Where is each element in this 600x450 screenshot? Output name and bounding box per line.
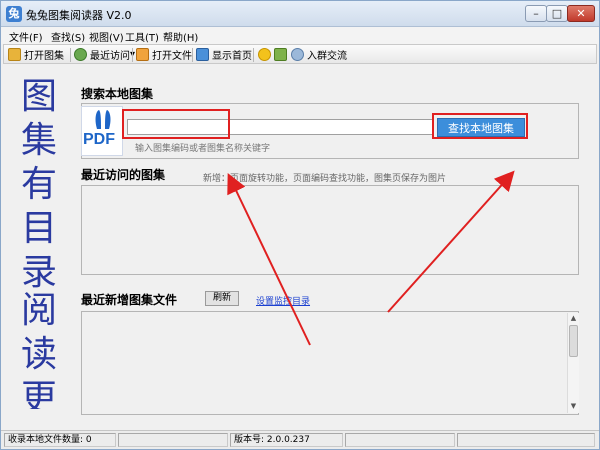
- status-cell-empty: [345, 433, 455, 447]
- clock-icon: [74, 48, 87, 61]
- toolbar-separator: [192, 48, 193, 62]
- main-content: 图集有目录 阅读更快 搜索本地图集 PDF 查找本地图集 输入图集编码或者图集名…: [1, 65, 599, 429]
- home-label: 显示首页: [212, 51, 252, 62]
- pdf-logo-text: PDF: [83, 131, 115, 148]
- feature-notice: 新增：页面旋转功能，页面编码查找功能，图集页保存为图片: [203, 174, 447, 184]
- file-icon: [136, 48, 149, 61]
- smiley-icon: [258, 48, 271, 61]
- vertical-scrollbar[interactable]: ▲ ▼: [567, 313, 579, 413]
- pdf-logo: PDF: [81, 106, 123, 156]
- close-button[interactable]: ✕: [567, 5, 595, 22]
- menu-tools[interactable]: 工具(T): [125, 29, 159, 44]
- status-cell-empty: [457, 433, 595, 447]
- side-slogan-top: 图集有目录: [21, 76, 58, 293]
- minimize-button[interactable]: –: [525, 5, 547, 22]
- checkmark-icon: [274, 48, 287, 61]
- home-button[interactable]: 显示首页: [196, 46, 252, 63]
- toolbar: 打开图集 最近访问 ▾ 打开文件 显示首页 入群交流: [3, 44, 597, 64]
- recent-button[interactable]: 最近访问 ▾: [74, 46, 135, 63]
- recent-label: 最近访问: [90, 51, 130, 62]
- menu-file[interactable]: 文件(F): [9, 29, 43, 44]
- folder-open-icon: [8, 48, 21, 61]
- new-files-list[interactable]: [81, 311, 579, 415]
- search-hint: 输入图集编码或者图集名称关键字: [135, 144, 271, 154]
- app-logo-icon: 兔: [6, 6, 22, 22]
- toolbar-separator: [70, 48, 71, 62]
- status-version: 版本号: 2.0.0.237: [230, 433, 343, 447]
- toolbar-separator: [253, 48, 254, 62]
- scroll-up-icon[interactable]: ▲: [568, 313, 579, 324]
- recent-albums-list[interactable]: [81, 185, 579, 275]
- menu-view[interactable]: 视图(V): [89, 29, 124, 44]
- title-bar: 兔 兔兔图集阅读器 V2.0 – □ ✕: [1, 1, 599, 27]
- menu-help[interactable]: 帮助(H): [163, 29, 198, 44]
- search-section-title: 搜索本地图集: [81, 87, 154, 101]
- open-file-button[interactable]: 打开文件: [136, 46, 192, 63]
- new-files-section-title: 最近新增图集文件: [81, 293, 178, 307]
- search-local-button[interactable]: 查找本地图集: [437, 118, 525, 137]
- scroll-down-icon[interactable]: ▼: [568, 401, 579, 412]
- monitor-dir-link[interactable]: 设置监控目录: [256, 294, 310, 307]
- join-group-label: 入群交流: [307, 51, 347, 62]
- refresh-button[interactable]: 刷新: [205, 291, 239, 306]
- rabbit-ears-icon: [95, 110, 111, 129]
- status-cell-empty: [118, 433, 228, 447]
- scroll-thumb[interactable]: [569, 325, 578, 357]
- menu-bar: 文件(F) 查找(S) 视图(V) 工具(T) 帮助(H): [1, 27, 599, 44]
- status-bar: 收录本地文件数量: 0 版本号: 2.0.0.237: [1, 430, 599, 449]
- open-album-button[interactable]: 打开图集: [8, 46, 64, 63]
- status-file-count: 收录本地文件数量: 0: [4, 433, 116, 447]
- open-album-label: 打开图集: [24, 51, 64, 62]
- join-group-button[interactable]: 入群交流: [291, 46, 347, 63]
- side-slogan-bottom: 阅读更快: [21, 290, 58, 409]
- check-button[interactable]: [274, 46, 290, 63]
- app-window: 兔 兔兔图集阅读器 V2.0 – □ ✕ 文件(F) 查找(S) 视图(V) 工…: [0, 0, 600, 450]
- recent-section-title: 最近访问的图集: [81, 168, 166, 182]
- window-title: 兔兔图集阅读器 V2.0: [26, 9, 132, 22]
- maximize-button[interactable]: □: [546, 5, 568, 22]
- toolbar-separator: [132, 48, 133, 62]
- people-icon: [291, 48, 304, 61]
- home-icon: [196, 48, 209, 61]
- menu-search[interactable]: 查找(S): [51, 29, 85, 44]
- search-input[interactable]: [127, 119, 433, 135]
- open-file-label: 打开文件: [152, 51, 192, 62]
- emoji-button[interactable]: [258, 46, 274, 63]
